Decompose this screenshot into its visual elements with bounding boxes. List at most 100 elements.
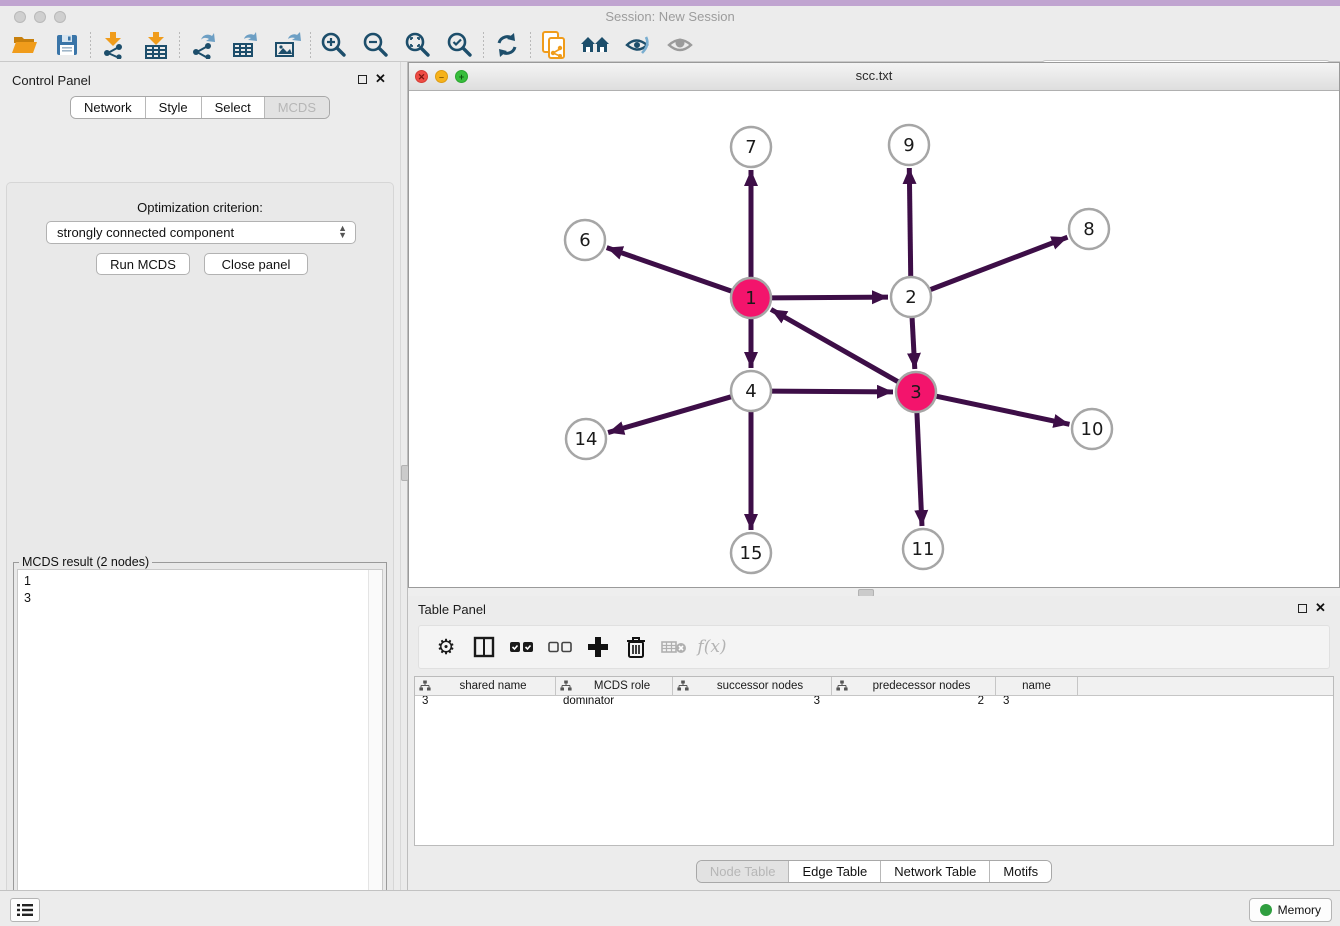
memory-button[interactable]: Memory xyxy=(1249,898,1332,922)
tab-style[interactable]: Style xyxy=(146,97,202,118)
show-hidden-button[interactable] xyxy=(659,30,701,60)
column-header-shared-name[interactable]: shared name xyxy=(415,677,556,695)
column-header-predecessor-nodes[interactable]: predecessor nodes xyxy=(832,677,996,695)
import-table-button[interactable] xyxy=(135,30,177,60)
tab-motifs[interactable]: Motifs xyxy=(990,861,1051,882)
task-history-button[interactable] xyxy=(10,898,40,922)
graph-node-1[interactable]: 1 xyxy=(731,278,771,318)
table-cell[interactable]: 2 xyxy=(832,695,996,707)
graph-node-8[interactable]: 8 xyxy=(1069,209,1109,249)
import-network-button[interactable] xyxy=(93,30,135,60)
tab-node-table[interactable]: Node Table xyxy=(697,861,790,882)
select-all-icon[interactable] xyxy=(503,632,541,662)
svg-text:7: 7 xyxy=(745,137,756,158)
graph-node-2[interactable]: 2 xyxy=(891,277,931,317)
graph-edge-4-3[interactable] xyxy=(771,391,893,392)
graph-node-15[interactable]: 15 xyxy=(731,533,771,573)
column-header-successor-nodes[interactable]: successor nodes xyxy=(673,677,832,695)
graph-node-6[interactable]: 6 xyxy=(565,220,605,260)
mcds-result-lines: 1 3 xyxy=(18,570,382,607)
open-session-button[interactable] xyxy=(4,30,46,60)
svg-text:8: 8 xyxy=(1083,219,1094,240)
export-image-button[interactable] xyxy=(266,30,308,60)
graph-node-9[interactable]: 9 xyxy=(889,125,929,165)
table-cell[interactable]: 3 xyxy=(673,695,832,707)
export-table-button[interactable] xyxy=(224,30,266,60)
refresh-view-button[interactable] xyxy=(486,30,528,60)
close-panel-icon[interactable]: ✕ xyxy=(375,74,386,84)
tab-mcds[interactable]: MCDS xyxy=(265,97,329,118)
chevron-up-down-icon: ▲▼ xyxy=(338,225,347,239)
criterion-dropdown[interactable]: strongly connected component ▲▼ xyxy=(46,221,356,244)
graph-edge-2-3[interactable] xyxy=(912,317,915,369)
graph-edge-2-9[interactable] xyxy=(909,168,910,277)
zoom-out-icon xyxy=(362,31,390,59)
float-table-panel-icon[interactable] xyxy=(1298,604,1307,613)
svg-text:14: 14 xyxy=(575,429,598,450)
hide-selected-button[interactable] xyxy=(617,30,659,60)
tab-network[interactable]: Network xyxy=(71,97,146,118)
result-scrollbar[interactable] xyxy=(368,570,382,926)
close-table-panel-icon[interactable]: ✕ xyxy=(1315,603,1326,613)
titlebar: Session: New Session xyxy=(0,6,1340,28)
graph-node-10[interactable]: 10 xyxy=(1072,409,1112,449)
column-header-name[interactable]: name xyxy=(996,677,1078,695)
toolbar-separator xyxy=(530,32,531,58)
settings-gear-icon[interactable]: ⚙ xyxy=(427,632,465,662)
graph-node-14[interactable]: 14 xyxy=(566,419,606,459)
network-canvas[interactable]: 1 2 3 4 6 7 8 9 10 11 14 15 xyxy=(409,91,1339,587)
close-panel-button[interactable]: Close panel xyxy=(204,253,308,275)
control-panel-title: Control Panel xyxy=(12,72,91,90)
attribute-type-icon xyxy=(677,680,689,692)
run-mcds-button[interactable]: Run MCDS xyxy=(96,253,190,275)
vertical-splitter[interactable] xyxy=(400,62,408,890)
zoom-fit-button[interactable] xyxy=(397,30,439,60)
table-cell[interactable]: 3 xyxy=(996,695,1078,707)
svg-text:2: 2 xyxy=(905,287,916,308)
control-panel-tabs: NetworkStyleSelectMCDS xyxy=(70,96,330,119)
table-cell[interactable]: 3 xyxy=(415,695,556,707)
graph-edge-3-11[interactable] xyxy=(917,412,922,526)
tab-edge-table[interactable]: Edge Table xyxy=(789,861,881,882)
tab-network-table[interactable]: Network Table xyxy=(881,861,990,882)
import-table-icon xyxy=(142,31,170,59)
graph-node-3[interactable]: 3 xyxy=(896,372,936,412)
graph-node-7[interactable]: 7 xyxy=(731,127,771,167)
table-panel-title: Table Panel xyxy=(418,602,486,617)
zoom-in-button[interactable] xyxy=(313,30,355,60)
graph-edge-1-6[interactable] xyxy=(607,248,732,292)
deselect-all-icon[interactable] xyxy=(541,632,579,662)
delete-column-disabled-icon xyxy=(655,632,693,662)
mcds-panel: Optimization criterion: strongly connect… xyxy=(6,182,394,926)
eye-slash-icon xyxy=(624,33,652,57)
graph-edge-4-14[interactable] xyxy=(608,397,732,433)
status-bar: Memory xyxy=(0,890,1340,926)
zoom-selected-button[interactable] xyxy=(439,30,481,60)
graph-node-11[interactable]: 11 xyxy=(903,529,943,569)
column-header-MCDS-role[interactable]: MCDS role xyxy=(556,677,673,695)
export-image-icon xyxy=(273,31,301,59)
export-network-button[interactable] xyxy=(182,30,224,60)
float-panel-icon[interactable] xyxy=(358,75,367,84)
delete-entry-icon[interactable] xyxy=(617,632,655,662)
graph-edge-3-10[interactable] xyxy=(936,396,1070,424)
clone-network-button[interactable] xyxy=(533,30,575,60)
network-window-titlebar[interactable]: ✕ – + scc.txt xyxy=(409,63,1339,91)
home-networks-button[interactable] xyxy=(575,30,617,60)
criterion-value: strongly connected component xyxy=(57,225,234,240)
graph-edge-3-1[interactable] xyxy=(771,309,899,382)
table-cell[interactable]: dominator xyxy=(556,695,673,707)
horizontal-splitter[interactable] xyxy=(408,588,1340,596)
svg-text:3: 3 xyxy=(910,382,921,403)
svg-text:15: 15 xyxy=(740,543,763,564)
save-session-button[interactable] xyxy=(46,30,88,60)
graph-node-4[interactable]: 4 xyxy=(731,371,771,411)
table-panel: Table Panel ✕ ⚙ xyxy=(408,596,1340,890)
graph-edge-2-8[interactable] xyxy=(930,237,1068,290)
eye-icon xyxy=(666,33,694,57)
tab-select[interactable]: Select xyxy=(202,97,265,118)
add-entry-icon[interactable] xyxy=(579,632,617,662)
show-columns-icon[interactable] xyxy=(465,632,503,662)
graph-edge-1-2[interactable] xyxy=(771,297,888,298)
zoom-out-button[interactable] xyxy=(355,30,397,60)
